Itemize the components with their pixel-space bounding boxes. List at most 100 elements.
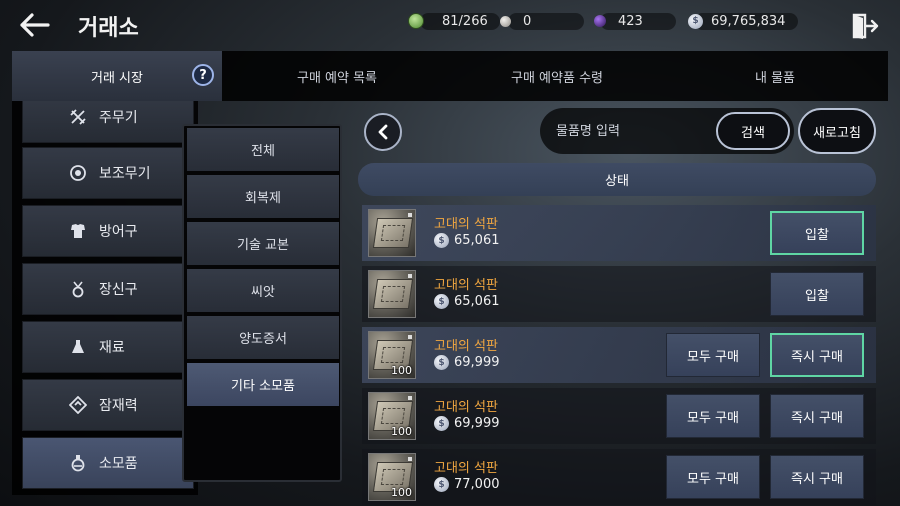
crossed-swords-icon — [69, 108, 87, 126]
category-consumable-label: 소모품 — [99, 456, 138, 472]
ancient-tablet-icon — [368, 209, 416, 257]
tab-purchase-reservations[interactable]: 구매 예약 목록 — [222, 51, 452, 101]
resource-energy: 81/266 — [408, 11, 488, 31]
category-potential[interactable]: 잠재력 — [22, 379, 194, 431]
buy-now-button[interactable]: 즉시 구매 — [770, 455, 864, 499]
silver-coin-icon: $ — [434, 477, 449, 492]
subcategory-transfer-deed[interactable]: 양도증서 — [187, 316, 339, 359]
resource-orb: 423 — [594, 11, 643, 31]
search-input[interactable] — [556, 118, 706, 144]
bid-button[interactable]: 입찰 — [770, 211, 864, 255]
tab-my-items[interactable]: 내 물품 — [662, 51, 888, 101]
item-price: $77,000 — [434, 477, 500, 492]
buy-now-button-label: 즉시 구매 — [791, 471, 843, 487]
subcategory-recovery-label: 회복제 — [245, 191, 281, 206]
category-panel: 주무기 보조무기 방어구 장신구 재료 잠재력 소모품 — [12, 101, 198, 495]
exit-door-icon — [852, 13, 879, 39]
category-armor[interactable]: 방어구 — [22, 205, 194, 257]
list-back-button[interactable] — [364, 113, 402, 151]
purple-orb-icon — [594, 15, 606, 27]
subcategory-other-consumables[interactable]: 기타 소모품 — [187, 363, 339, 406]
item-price: $65,061 — [434, 294, 500, 309]
buy-all-button[interactable]: 모두 구매 — [666, 455, 760, 499]
item-price-value: 77,000 — [454, 477, 500, 492]
buy-now-button[interactable]: 즉시 구매 — [770, 394, 864, 438]
subcategory-all-label: 전체 — [251, 144, 275, 159]
subcategory-seed[interactable]: 씨앗 — [187, 269, 339, 312]
subcategory-skill-book[interactable]: 기술 교본 — [187, 222, 339, 265]
category-material-label: 재료 — [99, 340, 125, 356]
bid-button-label: 입찰 — [805, 227, 829, 243]
ancient-tablet-icon: 100 — [368, 331, 416, 379]
buy-now-button[interactable]: 즉시 구매 — [770, 333, 864, 377]
status-column-header-label: 상태 — [605, 174, 629, 189]
exit-button[interactable] — [848, 9, 882, 43]
search-button[interactable]: 검색 — [716, 112, 790, 150]
status-column-header: 상태 — [358, 163, 876, 196]
category-armor-label: 방어구 — [99, 224, 138, 240]
tab-reservation-receipt[interactable]: 구매 예약품 수령 — [452, 51, 662, 101]
bid-button[interactable]: 입찰 — [770, 272, 864, 316]
list-item[interactable]: 100 고대의 석판 $69,999 모두 구매 즉시 구매 — [362, 327, 876, 383]
page-title: 거래소 — [78, 16, 139, 41]
item-name: 고대의 석판 — [434, 400, 498, 415]
silver-coin-icon: $ — [688, 13, 703, 29]
potion-icon — [69, 454, 87, 472]
diamond-rune-icon — [69, 396, 87, 414]
list-item[interactable]: 고대의 석판 $65,061 입찰 — [362, 205, 876, 261]
list-item[interactable]: 100 고대의 석판 $69,999 모두 구매 즉시 구매 — [362, 388, 876, 444]
item-price: $69,999 — [434, 355, 500, 370]
buy-all-button[interactable]: 모두 구매 — [666, 394, 760, 438]
back-button[interactable] — [14, 8, 54, 42]
tab-my-items-label: 내 물품 — [754, 70, 795, 86]
category-potential-label: 잠재력 — [99, 398, 138, 414]
subcategory-recovery[interactable]: 회복제 — [187, 175, 339, 218]
tab-marketplace[interactable]: 거래 시장 ? — [12, 51, 222, 101]
item-price-value: 65,061 — [454, 233, 500, 248]
list-item[interactable]: 고대의 석판 $65,061 입찰 — [362, 266, 876, 322]
subcategory-all[interactable]: 전체 — [187, 128, 339, 171]
resource-energy-value: 81/266 — [442, 13, 488, 29]
buy-all-button-label: 모두 구매 — [687, 349, 739, 365]
buy-all-button[interactable]: 모두 구매 — [666, 333, 760, 377]
ancient-tablet-icon: 100 — [368, 392, 416, 440]
arrow-left-icon — [20, 13, 50, 37]
subcategory-panel: 전체 회복제 기술 교본 씨앗 양도증서 기타 소모품 — [182, 124, 342, 482]
category-consumable[interactable]: 소모품 — [22, 437, 194, 489]
category-accessory[interactable]: 장신구 — [22, 263, 194, 315]
resource-silver: $ 69,765,834 — [688, 11, 785, 31]
category-material[interactable]: 재료 — [22, 321, 194, 373]
silver-pearl-icon — [500, 15, 511, 27]
category-sub-weapon-label: 보조무기 — [99, 166, 151, 182]
refresh-button[interactable]: 새로고침 — [798, 108, 876, 154]
resource-pearl: 0 — [500, 11, 531, 31]
item-price: $65,061 — [434, 233, 500, 248]
silver-coin-icon: $ — [434, 294, 449, 309]
bid-button-label: 입찰 — [805, 288, 829, 304]
help-icon[interactable]: ? — [192, 64, 214, 86]
buy-all-button-label: 모두 구매 — [687, 471, 739, 487]
refresh-button-label: 새로고침 — [813, 125, 861, 141]
list-item[interactable]: 100 고대의 석판 $77,000 모두 구매 즉시 구매 — [362, 449, 876, 505]
buy-all-button-label: 모두 구매 — [687, 410, 739, 426]
category-main-weapon[interactable]: 주무기 — [22, 101, 194, 143]
category-accessory-label: 장신구 — [99, 282, 138, 298]
necklace-icon — [69, 280, 87, 298]
tab-reservation-receipt-label: 구매 예약품 수령 — [511, 70, 603, 86]
category-sub-weapon[interactable]: 보조무기 — [22, 147, 194, 199]
item-quantity: 100 — [391, 364, 412, 377]
flask-icon — [69, 338, 87, 356]
item-name: 고대의 석판 — [434, 278, 498, 293]
buy-now-button-label: 즉시 구매 — [791, 349, 843, 365]
ring-target-icon — [69, 164, 87, 182]
resource-silver-value: 69,765,834 — [711, 13, 786, 29]
item-quantity: 100 — [391, 425, 412, 438]
resource-pearl-value: 0 — [523, 13, 532, 29]
green-gem-icon — [408, 13, 424, 29]
search-button-label: 검색 — [741, 125, 765, 141]
subcategory-transfer-deed-label: 양도증서 — [239, 332, 287, 347]
resource-orb-value: 423 — [618, 13, 643, 29]
silver-coin-icon: $ — [434, 233, 449, 248]
item-price-value: 65,061 — [454, 294, 500, 309]
silver-coin-icon: $ — [434, 355, 449, 370]
